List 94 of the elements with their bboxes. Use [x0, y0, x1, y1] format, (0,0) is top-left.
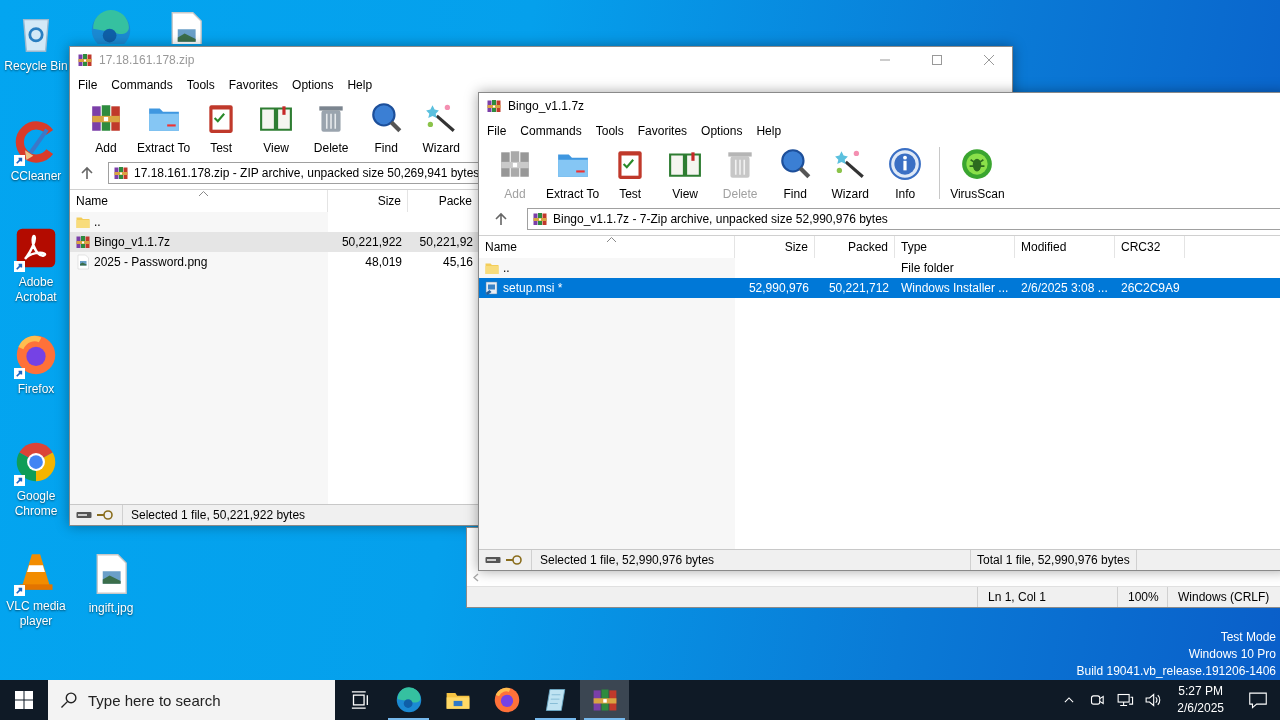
system-info-text: Test Mode — [1220, 629, 1276, 646]
file-name: 2025 - Password.png — [94, 254, 208, 271]
status-text: 100% — [1117, 587, 1167, 607]
status-text: Ln 1, Col 1 — [977, 587, 1117, 607]
table-cell-text: 26C2C9A9 — [1120, 279, 1181, 297]
table-cell-text: 50,221,712 — [827, 279, 890, 297]
table-cell-text: 45,16 — [441, 254, 474, 271]
system-info-text: Windows 10 Pro — [1188, 646, 1276, 663]
status-text: Selected 1 file, 52,990,976 bytes — [531, 549, 715, 570]
key-icon — [96, 510, 114, 520]
address-text: 17.18.161.178.zip - ZIP archive, unpacked size 50,269,941 bytes — [134, 165, 479, 182]
archive-icon — [486, 98, 502, 114]
archive-icon — [77, 52, 93, 68]
address-field[interactable]: 17.18.161.178.zip - ZIP archive, unpacked size 50,269,941 bytes — [108, 162, 479, 184]
table-cell-text: 2/6/2025 3:08 ... — [1020, 279, 1109, 297]
table-cell-text: 52,990,976 — [747, 279, 810, 297]
archive-icon — [75, 234, 91, 250]
browser-icon[interactable] — [89, 8, 133, 44]
menu-item[interactable]: Help — [341, 75, 379, 95]
table-cell-text: File folder — [900, 259, 955, 277]
file-row[interactable]: setup.msi * 52,990,976 50,221,712 Windows Installer ... 2/6/2025 3:08 ... 26C2C9A9 — [479, 277, 1280, 298]
file-row[interactable]: Bingo_v1.1.7z 50,221,922 50,221,92 — [70, 232, 479, 252]
column-header[interactable]: CRC32 — [1115, 235, 1185, 258]
key-icon — [505, 555, 523, 565]
file-name: Bingo_v1.1.7z — [94, 234, 171, 251]
menu-item[interactable]: Options — [286, 75, 340, 95]
menu-item[interactable]: Commands — [105, 75, 179, 95]
table-cell-text: 50,221,92 — [418, 234, 474, 251]
status-text: Windows (CRLF) — [1167, 587, 1280, 607]
clock-button[interactable]: 5:27 PM 2/6/2025 — [1169, 683, 1232, 717]
browser-icon[interactable] — [14, 440, 58, 484]
toolbar-button[interactable]: Wizard — [414, 101, 469, 155]
table-cell-text: 50,221,922 — [340, 234, 403, 251]
toolbar-button[interactable]: Wizard — [823, 146, 878, 201]
menu-item[interactable]: Tools — [180, 75, 221, 95]
toolbar-button[interactable]: Extract To — [543, 146, 603, 201]
drive-icon — [76, 511, 92, 519]
menu-item[interactable]: Favorites — [222, 75, 285, 95]
menu-item[interactable]: Options — [695, 120, 749, 141]
menu-item[interactable]: Favorites — [631, 120, 694, 141]
address-field[interactable]: Bingo_v1.1.7z - 7-Zip archive, unpacked size 52,990,976 bytes — [527, 207, 1280, 230]
toolbar-button[interactable]: Extract To — [134, 101, 194, 155]
archive-icon — [113, 165, 129, 181]
browser-icon — [394, 686, 423, 714]
column-header[interactable]: Packed — [815, 235, 895, 258]
bug-icon — [960, 146, 995, 181]
window-title: Bingo_v1.1.7z — [508, 98, 586, 115]
address-text: Bingo_v1.1.7z - 7-Zip archive, unpacked size 52,990,976 bytes — [553, 210, 888, 228]
toolbar-button[interactable]: View — [249, 101, 304, 155]
file-name: .. — [94, 214, 101, 231]
toolbar-button[interactable]: Test — [194, 101, 249, 155]
toolbar-button[interactable]: VirusScan — [947, 146, 1008, 201]
column-header[interactable]: Size — [328, 190, 408, 212]
toolbar-button[interactable]: Delete — [304, 101, 359, 155]
up-arrow-icon[interactable] — [80, 166, 94, 180]
close-icon[interactable] — [984, 55, 994, 65]
column-header[interactable]: Size — [735, 235, 815, 258]
toolbar-button[interactable]: Test — [603, 146, 658, 201]
system-info-text: Build 19041.vb_release.191206-1406 — [1076, 663, 1276, 680]
installer-icon — [484, 279, 500, 296]
up-arrow-icon[interactable] — [494, 211, 508, 226]
table-cell-text: Windows Installer ... — [900, 279, 1010, 297]
pdf-app-icon[interactable] — [14, 226, 58, 270]
magnifier-icon — [778, 146, 813, 181]
menu-item[interactable]: File — [72, 75, 104, 95]
window-title: 17.18.161.178.zip — [99, 52, 196, 69]
toolbar-button[interactable]: Find — [768, 146, 823, 201]
toolbar-button[interactable]: View — [658, 146, 713, 201]
file-name: .. — [503, 259, 510, 277]
browser-icon[interactable] — [14, 333, 58, 377]
toolbar-button[interactable]: Find — [359, 101, 414, 155]
magnifier-icon — [369, 101, 404, 135]
windows-logo-icon — [15, 691, 33, 709]
column-header[interactable]: Type — [895, 235, 1015, 258]
toolbar-button[interactable]: Add — [79, 101, 133, 155]
toolbar-button[interactable]: Info — [878, 146, 933, 201]
menu-item[interactable]: Commands — [514, 120, 588, 141]
image-file-icon — [75, 254, 91, 270]
info-icon — [888, 146, 923, 181]
maximize-icon[interactable] — [932, 55, 942, 65]
drive-icon — [485, 556, 501, 564]
status-text: Selected 1 file, 50,221,922 bytes — [122, 504, 306, 525]
notification-icon[interactable] — [1247, 689, 1269, 711]
column-header[interactable]: Modified — [1015, 235, 1115, 258]
column-header[interactable]: Name — [479, 235, 735, 258]
archive-icon — [532, 210, 548, 227]
menu-item[interactable]: Help — [750, 120, 788, 141]
menu-item[interactable]: Tools — [589, 120, 630, 141]
status-text: Total 1 file, 52,990,976 bytes — [977, 552, 1130, 569]
browser-icon — [492, 686, 521, 714]
menu-item[interactable]: File — [481, 120, 513, 141]
table-cell-text: 48,019 — [364, 254, 403, 271]
file-row[interactable]: .. File folder — [479, 257, 1280, 278]
file-name: setup.msi * — [503, 279, 563, 297]
